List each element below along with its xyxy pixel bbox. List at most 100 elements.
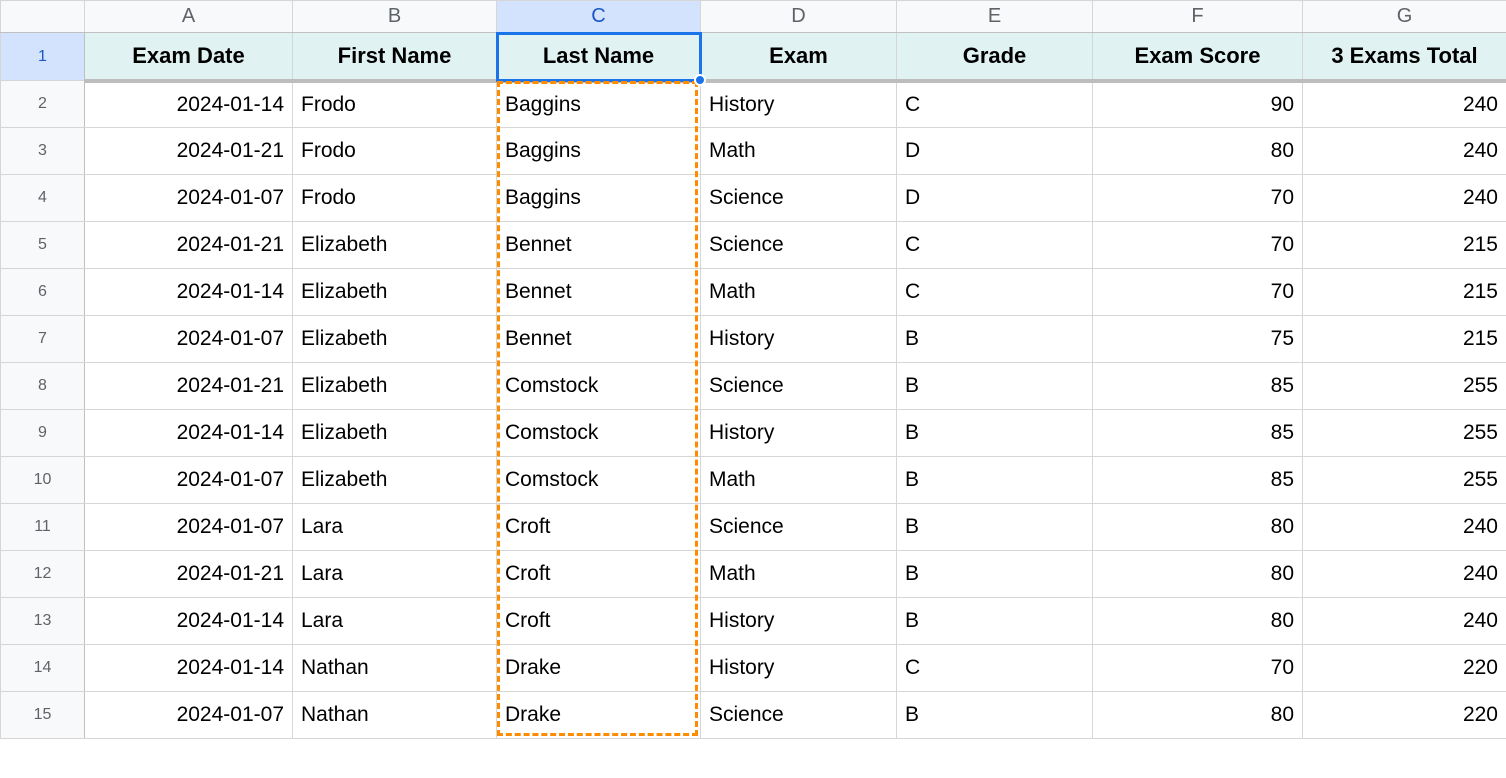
cell-F5[interactable]: 70	[1093, 222, 1303, 269]
cell-E3[interactable]: D	[897, 128, 1093, 175]
cell-D6[interactable]: Math	[701, 269, 897, 316]
cell-A13[interactable]: 2024-01-14	[85, 598, 293, 645]
cell-B7[interactable]: Elizabeth	[293, 316, 497, 363]
cell-G3[interactable]: 240	[1303, 128, 1506, 175]
cell-G13[interactable]: 240	[1303, 598, 1506, 645]
cell-C1[interactable]: Last Name	[497, 33, 701, 81]
cell-F14[interactable]: 70	[1093, 645, 1303, 692]
cell-D3[interactable]: Math	[701, 128, 897, 175]
row-header-2[interactable]: 2	[1, 81, 85, 128]
cell-E15[interactable]: B	[897, 692, 1093, 739]
row-header-9[interactable]: 9	[1, 410, 85, 457]
cell-B15[interactable]: Nathan	[293, 692, 497, 739]
cell-E8[interactable]: B	[897, 363, 1093, 410]
cell-E14[interactable]: C	[897, 645, 1093, 692]
cell-B10[interactable]: Elizabeth	[293, 457, 497, 504]
cell-D7[interactable]: History	[701, 316, 897, 363]
cell-F1[interactable]: Exam Score	[1093, 33, 1303, 81]
col-header-C[interactable]: C	[497, 1, 701, 33]
cell-G1[interactable]: 3 Exams Total	[1303, 33, 1506, 81]
cell-A4[interactable]: 2024-01-07	[85, 175, 293, 222]
cell-A12[interactable]: 2024-01-21	[85, 551, 293, 598]
cell-B1[interactable]: First Name	[293, 33, 497, 81]
cell-E13[interactable]: B	[897, 598, 1093, 645]
col-header-F[interactable]: F	[1093, 1, 1303, 33]
cell-A8[interactable]: 2024-01-21	[85, 363, 293, 410]
spreadsheet[interactable]: A B C D E F G 1 Exam Date First Name Las…	[0, 0, 1506, 778]
cell-B9[interactable]: Elizabeth	[293, 410, 497, 457]
row-header-14[interactable]: 14	[1, 645, 85, 692]
cell-D4[interactable]: Science	[701, 175, 897, 222]
row-header-12[interactable]: 12	[1, 551, 85, 598]
cell-C14[interactable]: Drake	[497, 645, 701, 692]
cell-C2[interactable]: Baggins	[497, 81, 701, 128]
cell-C9[interactable]: Comstock	[497, 410, 701, 457]
cell-G10[interactable]: 255	[1303, 457, 1506, 504]
row-header-3[interactable]: 3	[1, 128, 85, 175]
cell-B13[interactable]: Lara	[293, 598, 497, 645]
cell-C12[interactable]: Croft	[497, 551, 701, 598]
cell-C10[interactable]: Comstock	[497, 457, 701, 504]
row-header-10[interactable]: 10	[1, 457, 85, 504]
cell-C15[interactable]: Drake	[497, 692, 701, 739]
cell-D14[interactable]: History	[701, 645, 897, 692]
row-header-4[interactable]: 4	[1, 175, 85, 222]
cell-E5[interactable]: C	[897, 222, 1093, 269]
row-header-13[interactable]: 13	[1, 598, 85, 645]
row-header-5[interactable]: 5	[1, 222, 85, 269]
cell-F9[interactable]: 85	[1093, 410, 1303, 457]
cell-B8[interactable]: Elizabeth	[293, 363, 497, 410]
cell-A1[interactable]: Exam Date	[85, 33, 293, 81]
cell-G12[interactable]: 240	[1303, 551, 1506, 598]
cell-G5[interactable]: 215	[1303, 222, 1506, 269]
cell-E9[interactable]: B	[897, 410, 1093, 457]
cell-A11[interactable]: 2024-01-07	[85, 504, 293, 551]
cell-E2[interactable]: C	[897, 81, 1093, 128]
cell-E6[interactable]: C	[897, 269, 1093, 316]
cell-D5[interactable]: Science	[701, 222, 897, 269]
cell-C6[interactable]: Bennet	[497, 269, 701, 316]
select-all-corner[interactable]	[1, 1, 85, 33]
cell-D10[interactable]: Math	[701, 457, 897, 504]
cell-F12[interactable]: 80	[1093, 551, 1303, 598]
cell-F13[interactable]: 80	[1093, 598, 1303, 645]
cell-G15[interactable]: 220	[1303, 692, 1506, 739]
cell-D12[interactable]: Math	[701, 551, 897, 598]
cell-E10[interactable]: B	[897, 457, 1093, 504]
cell-F11[interactable]: 80	[1093, 504, 1303, 551]
row-header-1[interactable]: 1	[1, 33, 85, 81]
cell-F4[interactable]: 70	[1093, 175, 1303, 222]
cell-B3[interactable]: Frodo	[293, 128, 497, 175]
cell-F2[interactable]: 90	[1093, 81, 1303, 128]
cell-A6[interactable]: 2024-01-14	[85, 269, 293, 316]
cell-D15[interactable]: Science	[701, 692, 897, 739]
cell-C5[interactable]: Bennet	[497, 222, 701, 269]
row-header-11[interactable]: 11	[1, 504, 85, 551]
cell-A3[interactable]: 2024-01-21	[85, 128, 293, 175]
cell-C3[interactable]: Baggins	[497, 128, 701, 175]
cell-A7[interactable]: 2024-01-07	[85, 316, 293, 363]
row-header-7[interactable]: 7	[1, 316, 85, 363]
row-header-15[interactable]: 15	[1, 692, 85, 739]
row-header-6[interactable]: 6	[1, 269, 85, 316]
cell-E1[interactable]: Grade	[897, 33, 1093, 81]
cell-E4[interactable]: D	[897, 175, 1093, 222]
col-header-D[interactable]: D	[701, 1, 897, 33]
cell-B2[interactable]: Frodo	[293, 81, 497, 128]
cell-F3[interactable]: 80	[1093, 128, 1303, 175]
cell-G11[interactable]: 240	[1303, 504, 1506, 551]
cell-B4[interactable]: Frodo	[293, 175, 497, 222]
cell-B11[interactable]: Lara	[293, 504, 497, 551]
col-header-G[interactable]: G	[1303, 1, 1506, 33]
cell-B5[interactable]: Elizabeth	[293, 222, 497, 269]
cell-F15[interactable]: 80	[1093, 692, 1303, 739]
col-header-E[interactable]: E	[897, 1, 1093, 33]
cell-D8[interactable]: Science	[701, 363, 897, 410]
cell-B12[interactable]: Lara	[293, 551, 497, 598]
cell-C11[interactable]: Croft	[497, 504, 701, 551]
cell-A5[interactable]: 2024-01-21	[85, 222, 293, 269]
cell-E12[interactable]: B	[897, 551, 1093, 598]
cell-A10[interactable]: 2024-01-07	[85, 457, 293, 504]
cell-C4[interactable]: Baggins	[497, 175, 701, 222]
cell-A14[interactable]: 2024-01-14	[85, 645, 293, 692]
